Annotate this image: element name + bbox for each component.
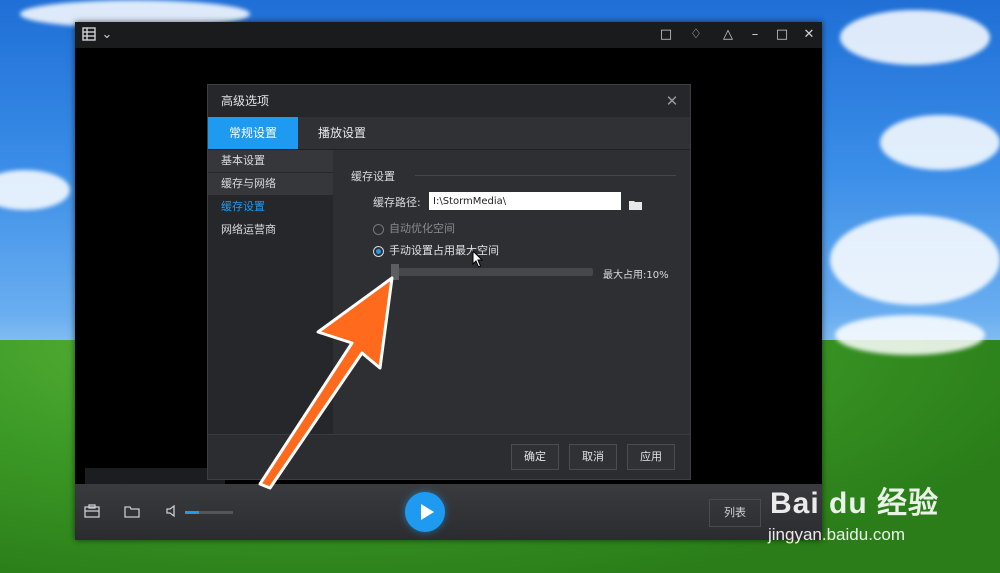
watermark-url: jingyan.baidu.com <box>768 525 906 544</box>
watermark-logo-text: Bai du 经验 <box>770 487 940 520</box>
